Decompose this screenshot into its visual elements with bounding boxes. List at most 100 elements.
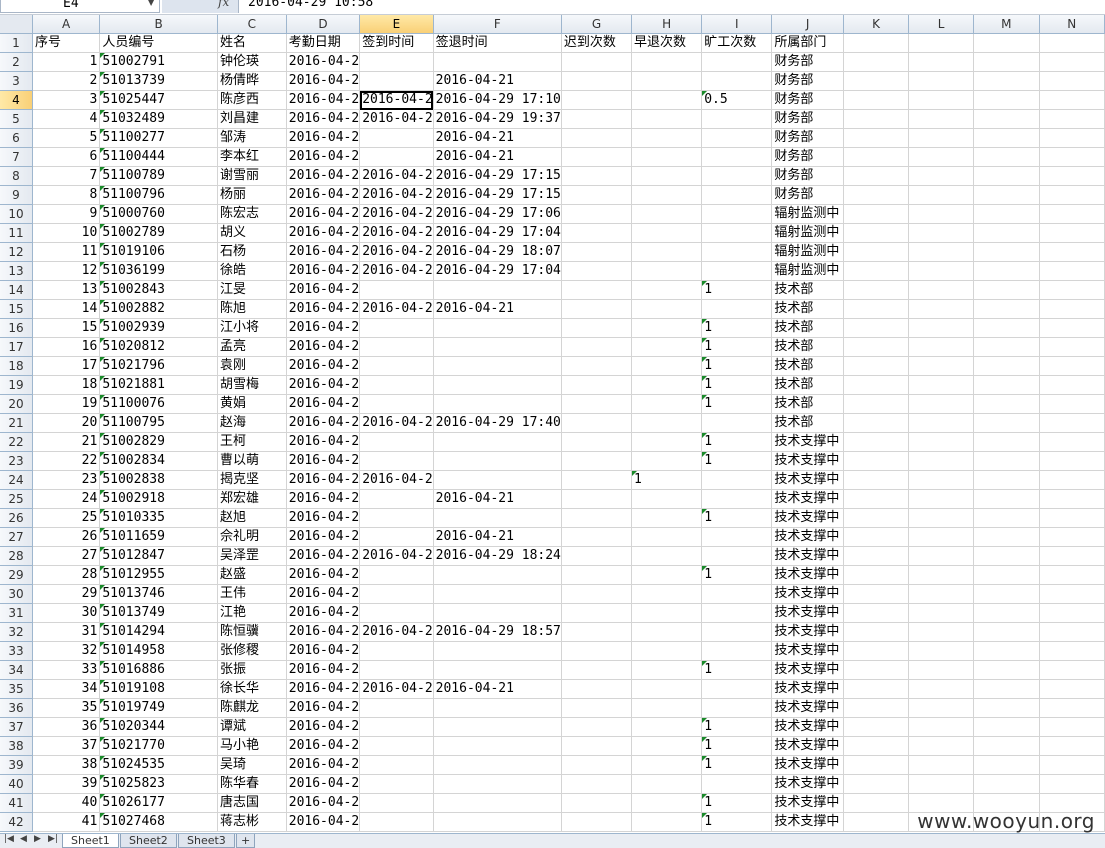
- cell-l21[interactable]: [908, 413, 975, 433]
- cell-d28[interactable]: 2016-04-2: [286, 546, 361, 566]
- cell-i17[interactable]: 1: [701, 337, 773, 357]
- cell-f22[interactable]: [433, 432, 562, 452]
- cell-k27[interactable]: [843, 527, 910, 547]
- formula-input[interactable]: 2016-04-29 10:58: [240, 0, 1105, 13]
- row-header[interactable]: 21: [0, 413, 33, 433]
- row-header[interactable]: 10: [0, 204, 33, 224]
- cell-d8[interactable]: 2016-04-2: [286, 166, 361, 186]
- cell-h15[interactable]: [631, 299, 703, 319]
- cell-g42[interactable]: [561, 812, 633, 832]
- cell-h22[interactable]: [631, 432, 703, 452]
- cell-c42[interactable]: 蒋志彬: [217, 812, 287, 832]
- cell-m4[interactable]: [973, 90, 1040, 110]
- cell-n40[interactable]: [1039, 774, 1105, 794]
- cell-i6[interactable]: [701, 128, 773, 148]
- cell-d31[interactable]: 2016-04-2: [286, 603, 361, 623]
- cell-b26[interactable]: 51010335: [99, 508, 218, 528]
- cell-m9[interactable]: [973, 185, 1040, 205]
- cell-b2[interactable]: 51002791: [99, 52, 218, 72]
- cell-i28[interactable]: [701, 546, 773, 566]
- cell-f41[interactable]: [433, 793, 562, 813]
- cell-b5[interactable]: 51032489: [99, 109, 218, 129]
- cell-h40[interactable]: [631, 774, 703, 794]
- cell-m11[interactable]: [973, 223, 1040, 243]
- cell-n33[interactable]: [1039, 641, 1105, 661]
- cell-a4[interactable]: 3: [32, 90, 101, 110]
- cell-b24[interactable]: 51002838: [99, 470, 218, 490]
- cell-f7[interactable]: 2016-04-21: [433, 147, 562, 167]
- cell-j29[interactable]: 技术支撑中: [771, 565, 844, 585]
- cell-g23[interactable]: [561, 451, 633, 471]
- cell-i11[interactable]: [701, 223, 773, 243]
- cell-c15[interactable]: 陈旭: [217, 299, 287, 319]
- cell-k16[interactable]: [843, 318, 910, 338]
- cell-h4[interactable]: [631, 90, 703, 110]
- cell-k13[interactable]: [843, 261, 910, 281]
- cell-m28[interactable]: [973, 546, 1040, 566]
- cell-h34[interactable]: [631, 660, 703, 680]
- cell-b29[interactable]: 51012955: [99, 565, 218, 585]
- cell-b27[interactable]: 51011659: [99, 527, 218, 547]
- row-header[interactable]: 6: [0, 128, 33, 148]
- cell-l15[interactable]: [908, 299, 975, 319]
- cell-b19[interactable]: 51021881: [99, 375, 218, 395]
- cell-h19[interactable]: [631, 375, 703, 395]
- cell-l2[interactable]: [908, 52, 975, 72]
- cell-c22[interactable]: 王柯: [217, 432, 287, 452]
- cell-i20[interactable]: 1: [701, 394, 773, 414]
- cell-m27[interactable]: [973, 527, 1040, 547]
- cell-e19[interactable]: [359, 375, 434, 395]
- cell-n24[interactable]: [1039, 470, 1105, 490]
- row-header[interactable]: 30: [0, 584, 33, 604]
- cell-i14[interactable]: 1: [701, 280, 773, 300]
- cell-h5[interactable]: [631, 109, 703, 129]
- cell-e30[interactable]: [359, 584, 434, 604]
- cell-c31[interactable]: 江艳: [217, 603, 287, 623]
- cell-n22[interactable]: [1039, 432, 1105, 452]
- cell-n14[interactable]: [1039, 280, 1105, 300]
- cell-f4[interactable]: 2016-04-29 17:10: [433, 90, 562, 110]
- cell-l12[interactable]: [908, 242, 975, 262]
- cell-e25[interactable]: [359, 489, 434, 509]
- cell-n6[interactable]: [1039, 128, 1105, 148]
- cell-h16[interactable]: [631, 318, 703, 338]
- cell-j41[interactable]: 技术支撑中: [771, 793, 844, 813]
- cell-j19[interactable]: 技术部: [771, 375, 844, 395]
- cell-l1[interactable]: [908, 33, 975, 53]
- cell-a34[interactable]: 33: [32, 660, 101, 680]
- cell-g36[interactable]: [561, 698, 633, 718]
- cell-g22[interactable]: [561, 432, 633, 452]
- cell-l36[interactable]: [908, 698, 975, 718]
- select-all-corner[interactable]: [0, 15, 33, 34]
- cell-b25[interactable]: 51002918: [99, 489, 218, 509]
- cell-a7[interactable]: 6: [32, 147, 101, 167]
- cell-k9[interactable]: [843, 185, 910, 205]
- cell-m24[interactable]: [973, 470, 1040, 490]
- cell-n1[interactable]: [1039, 33, 1105, 53]
- cell-g12[interactable]: [561, 242, 633, 262]
- cell-k32[interactable]: [843, 622, 910, 642]
- cell-h3[interactable]: [631, 71, 703, 91]
- cell-d16[interactable]: 2016-04-2: [286, 318, 361, 338]
- column-header-g[interactable]: G: [561, 15, 633, 34]
- cell-l23[interactable]: [908, 451, 975, 471]
- cell-n4[interactable]: [1039, 90, 1105, 110]
- cell-j37[interactable]: 技术支撑中: [771, 717, 844, 737]
- cell-k12[interactable]: [843, 242, 910, 262]
- cell-b28[interactable]: 51012847: [99, 546, 218, 566]
- column-header-h[interactable]: H: [631, 15, 703, 34]
- cell-m1[interactable]: [973, 33, 1040, 53]
- cell-l9[interactable]: [908, 185, 975, 205]
- column-header-k[interactable]: K: [843, 15, 910, 34]
- cell-c4[interactable]: 陈彦西: [217, 90, 287, 110]
- cell-j11[interactable]: 辐射监测中: [771, 223, 844, 243]
- cell-g21[interactable]: [561, 413, 633, 433]
- cell-f11[interactable]: 2016-04-29 17:04: [433, 223, 562, 243]
- cell-l31[interactable]: [908, 603, 975, 623]
- cell-b32[interactable]: 51014294: [99, 622, 218, 642]
- cell-h33[interactable]: [631, 641, 703, 661]
- cell-d12[interactable]: 2016-04-2: [286, 242, 361, 262]
- cell-g26[interactable]: [561, 508, 633, 528]
- cell-j34[interactable]: 技术支撑中: [771, 660, 844, 680]
- cell-h31[interactable]: [631, 603, 703, 623]
